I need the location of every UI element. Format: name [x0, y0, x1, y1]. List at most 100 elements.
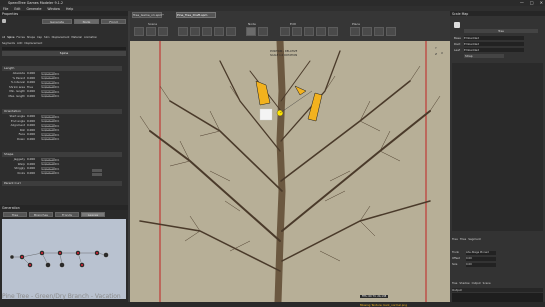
gen-leaves-button[interactable]: Leaves: [81, 211, 105, 217]
prop-curve-field[interactable]: C:\Default.001: [41, 132, 59, 137]
prop-curve-field[interactable]: C:\Default.001: [41, 89, 59, 94]
field-value[interactable]: Lite-Stage Pinned: [466, 251, 496, 255]
prop-curve-field[interactable]: C:\Default.001: [41, 162, 59, 166]
tab-tiles[interactable]: Tiles: [460, 237, 466, 241]
prop-value[interactable]: 0.000: [27, 166, 41, 170]
color-swatch[interactable]: [92, 169, 102, 172]
tab-spine[interactable]: Spine: [7, 36, 14, 39]
3d-viewport[interactable]: POSITION - RELATIVE SCALE 1.0 ROTATION Y…: [130, 41, 450, 302]
prop-value[interactable]: 0.000: [27, 89, 41, 93]
edit-tool-icon[interactable]: [292, 27, 302, 36]
menu-help[interactable]: Help: [66, 7, 73, 11]
section-shape[interactable]: Shape: [2, 152, 122, 157]
color-swatch[interactable]: [92, 173, 102, 176]
prop-curve-field[interactable]: C:\Default.001: [41, 128, 59, 132]
tab-tree[interactable]: Tree: [452, 237, 458, 241]
subtab-displacement[interactable]: Displacement: [24, 42, 42, 45]
prop-curve-field[interactable]: C:\Default.001: [41, 171, 59, 175]
scale-row-value[interactable]: Embedded: [464, 36, 524, 40]
place-tool-icon[interactable]: [362, 27, 372, 36]
prop-curve-field[interactable]: C:\Default.001: [41, 85, 59, 89]
gen-tree-button[interactable]: Tree: [3, 211, 27, 217]
tab-skin[interactable]: Skin: [44, 36, 50, 39]
menu-file[interactable]: File: [3, 7, 8, 11]
tab-scene-file[interactable]: Tree_Game_v1.spm*: [132, 12, 164, 18]
gen-fronds-button[interactable]: Fronds: [55, 211, 79, 217]
prop-curve-field[interactable]: C:\Default.001: [41, 94, 59, 98]
prop-value[interactable]: 0.000: [27, 157, 41, 161]
tab-animation[interactable]: Animation: [84, 36, 97, 39]
strap-dropdown[interactable]: Strap: [464, 54, 504, 58]
scale-row-value[interactable]: Embedded: [464, 48, 524, 52]
tab-material[interactable]: Material: [71, 36, 82, 39]
node-tool-icon[interactable]: [246, 27, 256, 36]
tree-icon[interactable]: [2, 19, 6, 23]
tab-segment[interactable]: Segment: [468, 237, 481, 241]
edit-tool-icon[interactable]: [328, 27, 338, 36]
field-value[interactable]: 0.00: [466, 257, 496, 261]
prop-value[interactable]: 0.000: [27, 132, 41, 136]
prop-curve-field[interactable]: C:\Default.001: [41, 119, 59, 123]
prop-value[interactable]: 0.000: [27, 119, 41, 123]
prop-value[interactable]: 0.000: [27, 171, 41, 175]
prop-value[interactable]: 0.000: [27, 80, 41, 84]
tab-cap[interactable]: Cap: [37, 36, 42, 39]
prop-value[interactable]: 0.000: [27, 94, 41, 98]
prop-value[interactable]: 0.000: [27, 71, 41, 75]
edit-tool-icon[interactable]: [316, 27, 326, 36]
select-tool-icon[interactable]: [134, 27, 144, 36]
place-tool-icon[interactable]: [350, 27, 360, 36]
branch-tool-icon[interactable]: [214, 27, 224, 36]
scale-map-tree-field[interactable]: Tree: [464, 29, 538, 33]
subtab-lod[interactable]: LOD: [17, 42, 22, 45]
tab-displacement[interactable]: Displacement: [52, 36, 70, 39]
generation-graph[interactable]: [2, 219, 126, 299]
branch-tool-icon[interactable]: [226, 27, 236, 36]
prop-curve-field[interactable]: C:\Default.001: [41, 137, 59, 141]
rotate-tool-icon[interactable]: [158, 27, 168, 36]
prop-value[interactable]: 0.000: [27, 76, 41, 80]
field-value[interactable]: 0.00: [466, 263, 496, 267]
branch-tool-icon[interactable]: [178, 27, 188, 36]
prop-curve-field[interactable]: C:\Default.001: [41, 166, 59, 171]
prop-curve-field[interactable]: C:\Default.001: [41, 123, 59, 128]
status-tab-output[interactable]: Output: [472, 282, 481, 285]
maximize-icon[interactable]: □: [530, 0, 534, 5]
place-tool-icon[interactable]: [386, 27, 396, 36]
menu-generate[interactable]: Generate: [27, 7, 42, 11]
property-search-field[interactable]: [2, 47, 126, 50]
scale-row-value[interactable]: Embedded: [464, 42, 524, 46]
prop-value[interactable]: 0.000: [27, 123, 41, 127]
place-tool-icon[interactable]: [374, 27, 384, 36]
branch-tool-icon[interactable]: [190, 27, 200, 36]
edit-tool-icon[interactable]: [280, 27, 290, 36]
section-orientation[interactable]: Orientation: [2, 109, 122, 114]
node-mode-button[interactable]: Node: [74, 19, 99, 24]
prop-value[interactable]: True: [27, 85, 41, 89]
section-parent-curl[interactable]: Parent Curl: [2, 181, 122, 186]
tab-shape[interactable]: Shape: [27, 36, 35, 39]
tab-all[interactable]: All: [2, 36, 5, 39]
menu-window[interactable]: Window: [47, 7, 60, 11]
menu-edit[interactable]: Edit: [14, 7, 20, 11]
prop-value[interactable]: 0.000: [27, 128, 41, 132]
status-tab-tree[interactable]: Tree: [452, 282, 457, 285]
tab-forces[interactable]: Forces: [16, 36, 24, 39]
move-tool-icon[interactable]: [146, 27, 156, 36]
prop-curve-field[interactable]: C:\Default.001: [41, 114, 59, 119]
axis-gizmo[interactable]: Y X Z: [435, 46, 445, 56]
close-icon[interactable]: ✕: [540, 0, 543, 5]
status-tab-shadow[interactable]: Shadow: [459, 282, 469, 285]
hand-icon[interactable]: [454, 22, 460, 28]
prop-curve-field[interactable]: C:\Default.001: [41, 157, 59, 162]
subtab-segments[interactable]: Segments: [2, 42, 15, 45]
node-tool-icon[interactable]: [258, 27, 268, 36]
prop-value[interactable]: 0.000: [27, 137, 41, 141]
prop-curve-field[interactable]: C:\Default.001: [41, 71, 59, 76]
edit-tool-icon[interactable]: [304, 27, 314, 36]
status-tab-scene[interactable]: Scene: [483, 282, 491, 285]
frond-mode-button[interactable]: Frond: [101, 19, 126, 24]
prop-curve-field[interactable]: C:\Default.001: [41, 80, 59, 85]
prop-curve-field[interactable]: C:\Default.001: [41, 76, 59, 80]
tab-other-file[interactable]: Pine_Tree_Draft.spm: [176, 12, 216, 18]
